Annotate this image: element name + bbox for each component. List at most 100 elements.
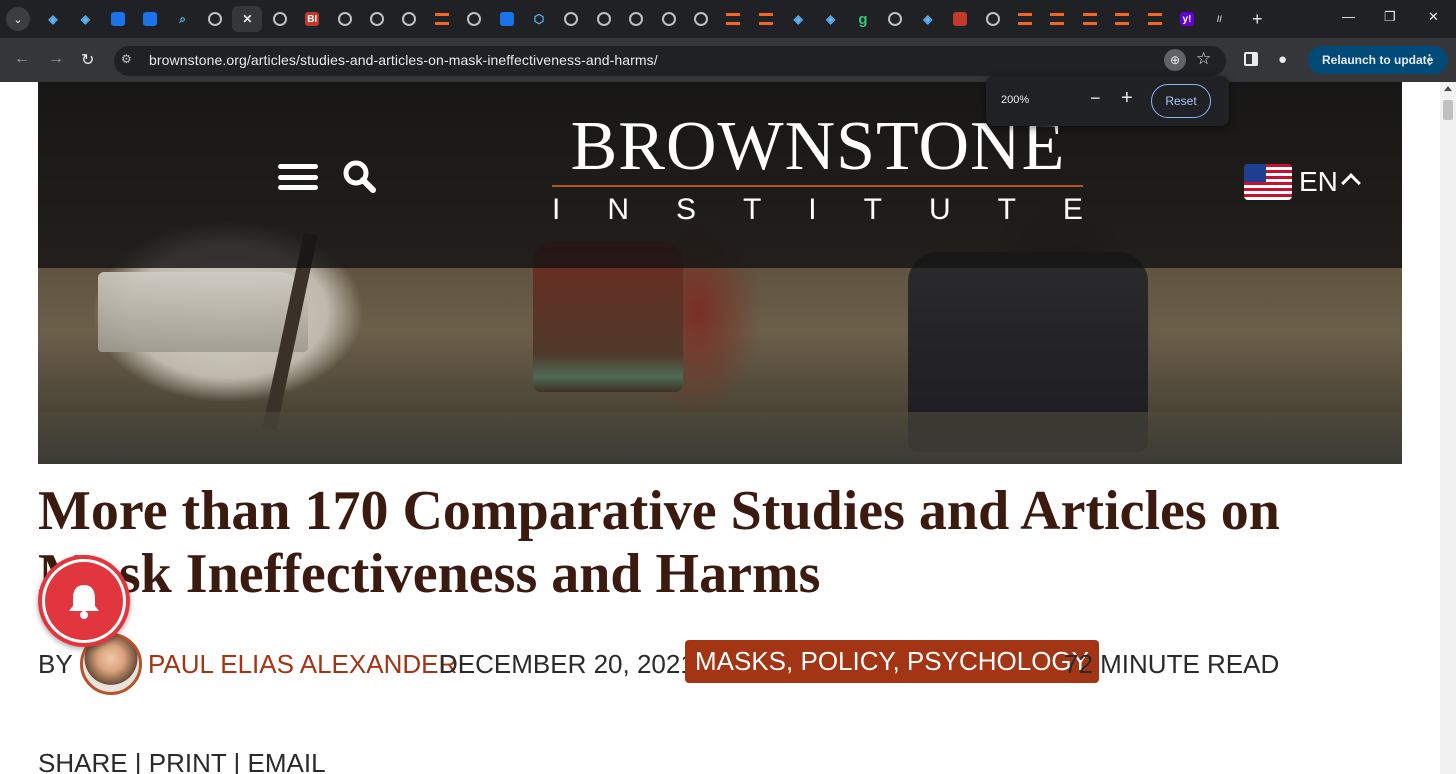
globe-icon [402, 12, 417, 26]
browser-tab[interactable] [1140, 6, 1170, 32]
email-link[interactable]: EMAIL [248, 748, 326, 774]
browser-tab[interactable] [330, 6, 360, 32]
browser-tab[interactable] [718, 6, 748, 32]
relaunch-button[interactable]: Relaunch to update ⋮ [1308, 46, 1448, 74]
logo-subtitle-letter: S [675, 193, 696, 226]
logo-subtitle-letter: T [997, 193, 1016, 226]
author-link[interactable]: PAUL ELIAS ALEXANDER [148, 649, 457, 680]
browser-tab[interactable] [945, 6, 975, 32]
grammarly-icon: g [858, 10, 868, 28]
url-text[interactable]: brownstone.org/articles/studies-and-arti… [149, 52, 658, 68]
browser-tab[interactable]: ◈ [38, 6, 68, 32]
logo-subtitle-letter: U [928, 193, 951, 226]
browser-tab[interactable]: y! [1172, 6, 1202, 32]
browser-tab[interactable] [394, 6, 424, 32]
profile-icon[interactable]: ● [1278, 51, 1287, 68]
publish-date: DECEMBER 20, 2021 [439, 649, 695, 679]
globe-icon [888, 12, 903, 26]
mic-icon [953, 12, 968, 26]
browser-tab[interactable] [751, 6, 781, 32]
logo-subtitle-letter: T [863, 193, 882, 226]
new-tab-button[interactable]: + [1252, 9, 1263, 30]
zoom-out-button[interactable]: − [1090, 88, 1101, 109]
browser-tab[interactable]: ◈ [70, 6, 100, 32]
browser-tab[interactable] [589, 6, 619, 32]
restore-button[interactable]: ❐ [1384, 9, 1396, 25]
search-icon[interactable] [341, 158, 377, 194]
more-menu-icon[interactable]: ⋮ [1423, 52, 1436, 68]
browser-tab[interactable]: g [848, 6, 878, 32]
browser-tab[interactable] [135, 6, 165, 32]
globe-icon [208, 12, 222, 26]
close-window-button[interactable]: ✕ [1428, 9, 1439, 25]
browser-tab[interactable] [556, 6, 586, 32]
bookmark-icon [1115, 13, 1130, 25]
language-selector[interactable]: EN [1299, 166, 1338, 198]
browser-tab[interactable]: ◈ [783, 6, 813, 32]
browser-tab[interactable] [459, 6, 489, 32]
globe-icon [272, 12, 287, 26]
browser-tab[interactable] [1075, 6, 1105, 32]
hero-ground [38, 412, 1402, 464]
globe-icon [629, 12, 644, 26]
bookmark-icon [726, 13, 741, 25]
globe-icon [661, 12, 676, 26]
browser-tab[interactable] [103, 6, 133, 32]
chevron-up-icon[interactable] [1341, 173, 1361, 193]
browser-tab[interactable] [1042, 6, 1072, 32]
browser-tab[interactable]: BI [297, 6, 327, 32]
bookmark-icon [1050, 13, 1065, 25]
logo-subtitle[interactable]: INSTITUTE [552, 195, 1083, 225]
browser-tab[interactable] [427, 6, 457, 32]
zoom-in-button[interactable]: + [1121, 87, 1133, 110]
category-tags[interactable]: MASKS, POLICY, PSYCHOLOGY [685, 640, 1099, 683]
browser-tab[interactable] [978, 6, 1008, 32]
browser-tab[interactable]: ✕ [232, 6, 263, 32]
close-icon[interactable]: ✕ [240, 12, 254, 26]
browser-tab[interactable] [1107, 6, 1137, 32]
bi-icon: BI [305, 12, 320, 26]
browser-tab[interactable] [200, 6, 230, 32]
zoom-reset-button[interactable]: Reset [1151, 84, 1211, 118]
bookmark-icon [1147, 13, 1162, 25]
notification-bell-button[interactable] [38, 555, 130, 647]
browser-tab[interactable] [265, 6, 295, 32]
hero-tent [98, 272, 308, 352]
back-button[interactable]: ← [14, 50, 30, 68]
scrollbar-thumb[interactable] [1443, 100, 1453, 120]
us-flag-icon[interactable] [1244, 164, 1292, 200]
browser-tab[interactable] [686, 6, 716, 32]
bookmark-icon [1082, 13, 1097, 25]
logo-subtitle-letter: T [742, 193, 762, 226]
minimize-button[interactable]: — [1342, 9, 1355, 24]
scroll-up-icon[interactable] [1444, 86, 1452, 91]
browser-tab[interactable]: // [1204, 6, 1234, 32]
shield-icon: ◈ [48, 12, 58, 26]
globe-icon [985, 12, 1000, 26]
forward-button[interactable]: → [48, 50, 64, 68]
zoom-popup: 200% − + Reset [986, 76, 1229, 126]
print-link[interactable]: PRINT [149, 748, 227, 774]
share-link[interactable]: SHARE [38, 748, 128, 774]
hamburger-menu-icon[interactable] [278, 164, 318, 190]
site-info-icon[interactable]: ⚙ [121, 52, 139, 70]
tab-search-button[interactable]: ⌄ [6, 7, 30, 31]
browser-tab[interactable] [362, 6, 392, 32]
browser-tab[interactable] [492, 6, 522, 32]
globe-icon [564, 12, 579, 26]
side-panel-icon[interactable] [1244, 52, 1258, 66]
zoom-level: 200% [1001, 94, 1030, 106]
bookmark-icon [434, 13, 449, 25]
page-scrollbar[interactable] [1440, 82, 1456, 774]
bookmark-star-icon[interactable]: ☆ [1196, 49, 1211, 69]
browser-tab[interactable] [654, 6, 684, 32]
reload-button[interactable]: ↻ [81, 50, 94, 70]
browser-tab[interactable]: ⬡ [524, 6, 554, 32]
browser-tab[interactable]: ⌕ [168, 6, 198, 32]
zoom-icon[interactable]: ⊕ [1164, 49, 1186, 71]
browser-tab[interactable]: ◈ [913, 6, 943, 32]
browser-tab[interactable] [621, 6, 651, 32]
browser-tab[interactable] [880, 6, 910, 32]
browser-tab[interactable] [1010, 6, 1040, 32]
browser-tab[interactable]: ◈ [816, 6, 846, 32]
